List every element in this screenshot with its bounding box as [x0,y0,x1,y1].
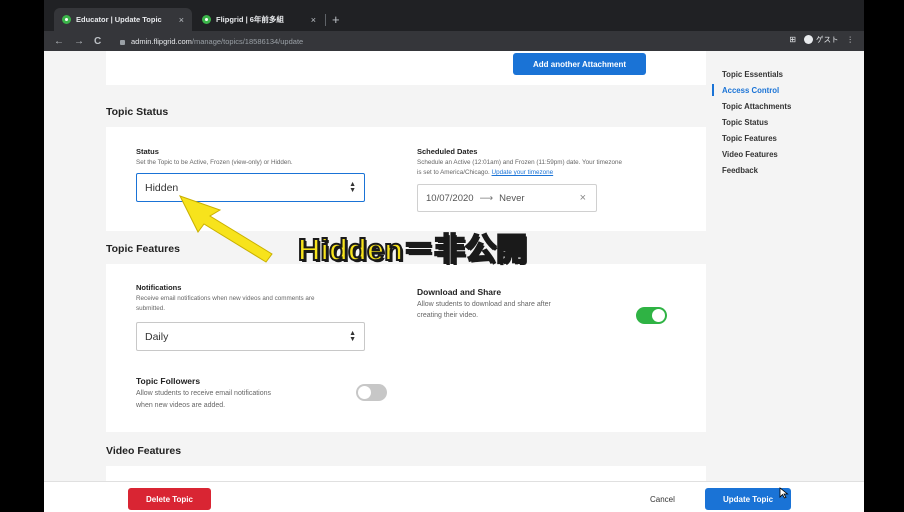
followers-desc-line1: Allow students to receive email notifica… [136,390,272,397]
delete-topic-button[interactable]: Delete Topic [128,488,211,510]
add-attachment-button[interactable]: Add another Attachment [513,53,646,75]
topic-status-heading: Topic Status [106,106,169,118]
toggle-knob [358,386,371,399]
followers-desc-line2: when new videos are added. [136,402,226,409]
nav-access-control[interactable]: Access Control [722,85,791,101]
topic-followers-toggle[interactable] [356,384,387,401]
section-nav: Topic Essentials Access Control Topic At… [712,69,791,181]
date-arrow-icon: ⟶ [479,192,494,204]
flipgrid-favicon-icon [202,15,211,24]
translate-icon[interactable]: ⊞ [789,35,796,44]
topic-followers-description: Allow students to receive email notifica… [136,388,271,412]
profile-icon [804,35,813,44]
annotation-caption: Hidden＝非公開 [297,231,528,268]
video-features-heading: Video Features [106,445,182,457]
url-host: admin.flipgrid.com [131,36,192,46]
reload-icon[interactable]: C [94,36,101,47]
download-share-description: Allow students to download and share aft… [417,299,551,321]
nav-topic-essentials[interactable]: Topic Essentials [722,69,791,85]
new-tab-button[interactable]: + [332,12,340,27]
topic-features-heading: Topic Features [106,243,180,255]
download-desc-line1: Allow students to download and share aft… [417,301,551,308]
tab-close-icon[interactable]: × [311,15,316,25]
select-arrows-icon: ▲ ▼ [349,329,356,343]
topic-followers-label: Topic Followers [136,376,201,386]
update-timezone-link[interactable]: Update your timezone [492,169,554,176]
end-date: Never [499,192,525,204]
notifications-select-value: Daily [145,330,169,343]
download-share-label: Download and Share [417,287,502,297]
tab-divider [325,14,326,26]
start-date: 10/07/2020 [426,192,474,204]
profile-label: ゲスト [816,35,839,44]
toggle-knob [652,309,665,322]
back-icon[interactable]: ← [54,36,64,47]
notifications-desc-line1: Receive email notifications when new vid… [136,295,315,302]
action-footer: Delete Topic Cancel Update Topic [44,481,864,512]
nav-topic-attachments[interactable]: Topic Attachments [722,101,791,117]
forward-icon[interactable]: → [74,36,84,47]
scheduled-dates-label: Scheduled Dates [417,147,478,156]
scheduled-desc-line2: is set to America/Chicago. [417,169,490,176]
status-select[interactable]: Hidden ▲ ▼ [136,173,365,202]
status-label: Status [136,147,159,156]
url-field[interactable]: admin.flipgrid.com /manage/topics/185861… [120,34,810,48]
nav-topic-features[interactable]: Topic Features [722,133,791,149]
notifications-desc-line2: submitted. [136,305,166,312]
tab-title: Educator | Update Topic [76,15,162,24]
address-bar-row: ← → C admin.flipgrid.com /manage/topics/… [44,31,864,51]
download-share-toggle[interactable] [636,307,667,324]
tab-title: Flipgrid | 6年前多組 [216,15,284,24]
status-select-value: Hidden [145,181,179,194]
notifications-select[interactable]: Daily ▲ ▼ [136,322,365,351]
profile-button[interactable]: ゲスト [804,34,839,45]
flipgrid-favicon-icon [62,15,71,24]
menu-icon[interactable]: ⋮ [847,35,855,44]
status-description: Set the Topic to be Active, Frozen (view… [136,159,293,166]
cancel-button[interactable]: Cancel [650,495,675,504]
active-indicator [712,84,714,96]
select-arrows-icon: ▲ ▼ [349,180,356,194]
tab-bar: Educator | Update Topic × Flipgrid | 6年前… [44,0,864,31]
scheduled-dates-field[interactable]: 10/07/2020 ⟶ Never × [417,184,597,212]
scheduled-dates-description: Schedule an Active (12:01am) and Frozen … [417,158,697,178]
lock-icon [120,39,125,45]
nav-video-features[interactable]: Video Features [722,149,791,165]
scheduled-desc-line1: Schedule an Active (12:01am) and Frozen … [417,159,623,166]
nav-feedback[interactable]: Feedback [722,165,791,181]
tab-educator-update-topic[interactable]: Educator | Update Topic × [54,8,192,31]
url-path: /manage/topics/18586134/update [191,36,304,46]
notifications-label: Notifications [136,283,182,292]
tab-close-icon[interactable]: × [179,15,184,25]
mouse-cursor-icon [779,487,789,499]
browser-window: Educator | Update Topic × Flipgrid | 6年前… [44,0,864,512]
browser-actions: ⊞ ゲスト ⋮ [789,34,854,45]
tab-flipgrid[interactable]: Flipgrid | 6年前多組 × [194,8,324,31]
download-desc-line2: creating their video. [417,312,479,319]
notifications-description: Receive email notifications when new vid… [136,294,376,314]
nav-topic-status[interactable]: Topic Status [722,117,791,133]
clear-dates-icon[interactable]: × [580,192,586,204]
